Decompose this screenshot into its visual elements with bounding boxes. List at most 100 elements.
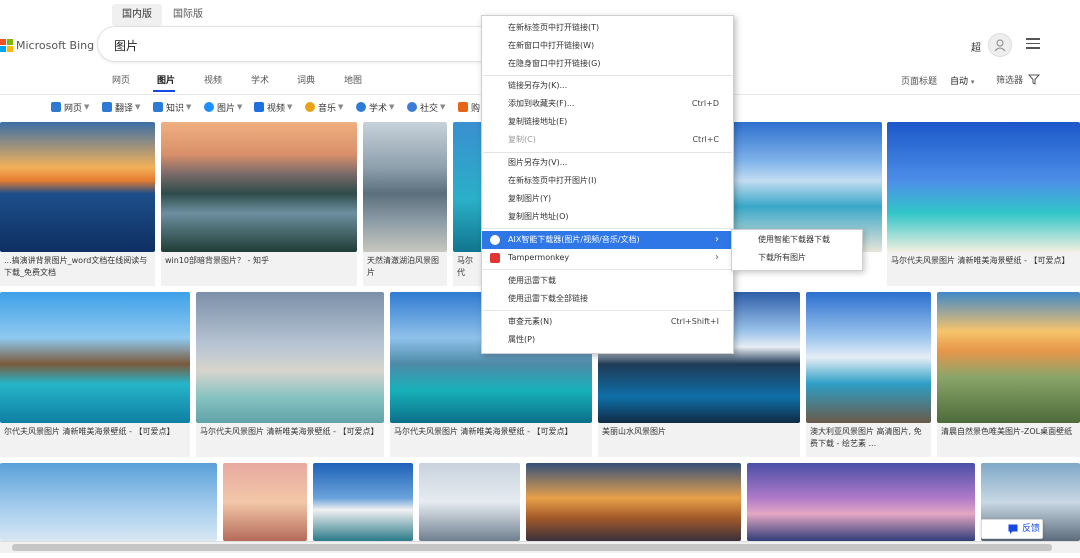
- menu-save-image-as[interactable]: 图片另存为(V)...: [482, 154, 733, 172]
- menu-add-favorites[interactable]: 添加到收藏夹(F)... Ctrl+D: [482, 95, 733, 113]
- context-menu: 在新标签页中打开链接(T) 在新窗口中打开链接(W) 在隐身窗口中打开链接(G)…: [481, 15, 734, 354]
- tab-web[interactable]: 网页: [112, 73, 130, 86]
- user-icon: [994, 39, 1006, 52]
- search-input[interactable]: 图片: [114, 37, 138, 54]
- image-palm-huts[interactable]: [887, 122, 1080, 252]
- image-caption[interactable]: 马尔代夫风景图片 清新唯美海景壁纸 - 【可爱点】: [390, 423, 592, 457]
- menu-open-image-new-tab[interactable]: 在新标签页中打开图片(I): [482, 172, 733, 190]
- chip-translate[interactable]: 翻译 ▼: [102, 100, 140, 114]
- menu-thunder-download[interactable]: 使用迅雷下载: [482, 272, 733, 290]
- filter-button[interactable]: 筛选器: [996, 73, 1041, 86]
- menu-save-link-as[interactable]: 链接另存为(K)...: [482, 77, 733, 95]
- image-mountain-rocks[interactable]: [363, 122, 447, 252]
- menu-item-label: 属性(P): [508, 335, 536, 344]
- avatar[interactable]: [988, 33, 1012, 57]
- image-purple-sky[interactable]: [747, 463, 975, 541]
- menu-aix-downloader[interactable]: AIX智能下载器(图片/视频/音乐/文档) ›: [482, 231, 733, 249]
- region-tab-international[interactable]: 国际版: [163, 4, 213, 26]
- chip-web[interactable]: 网页 ▼: [51, 100, 89, 114]
- image-snow-mountain[interactable]: [313, 463, 413, 541]
- menu-item-label: 审查元素(N): [508, 317, 553, 326]
- auto-label: 自动: [950, 77, 969, 87]
- bing-logo[interactable]: Microsoft Bing: [0, 36, 94, 54]
- image-sky[interactable]: [0, 463, 217, 541]
- menu-item-label: 复制图片地址(O): [508, 212, 569, 221]
- menu-separator: [483, 310, 732, 311]
- tab-images[interactable]: 图片: [157, 73, 175, 86]
- menu-item-label: AIX智能下载器(图片/视频/音乐/文档): [508, 235, 640, 244]
- menu-icon[interactable]: [1026, 38, 1040, 49]
- image-caption[interactable]: 马尔代: [453, 252, 483, 286]
- menu-item-label: Tampermonkey: [508, 253, 570, 262]
- tab-maps[interactable]: 地图: [344, 73, 362, 86]
- image-caption[interactable]: 天然清澈湖泊风景图片: [363, 252, 447, 286]
- chip-shopping[interactable]: 购: [458, 100, 480, 114]
- image-golden-clouds[interactable]: [526, 463, 741, 541]
- tab-academic[interactable]: 学术: [251, 73, 269, 86]
- chevron-right-icon: ›: [715, 234, 719, 245]
- menu-copy-image-address[interactable]: 复制图片地址(O): [482, 208, 733, 226]
- chip-academic[interactable]: 学术 ▼: [356, 100, 394, 114]
- user-name[interactable]: 超: [971, 39, 981, 54]
- image-caption[interactable]: win10部暗背景图片？ - 知乎: [161, 252, 357, 286]
- search-box[interactable]: 图片: [98, 27, 498, 61]
- menu-separator: [483, 269, 732, 270]
- tab-video[interactable]: 视频: [204, 73, 222, 86]
- menu-properties[interactable]: 属性(P): [482, 331, 733, 349]
- menu-item-label: 在新标签页中打开链接(T): [508, 23, 600, 32]
- chevron-down-icon: ▼: [186, 103, 192, 111]
- chevron-down-icon: ▼: [237, 103, 243, 111]
- image-australia-coast[interactable]: [806, 292, 931, 423]
- scroll-thumb[interactable]: [12, 544, 1052, 551]
- feedback-label: 反馈: [1022, 524, 1041, 534]
- menu-thunder-download-all[interactable]: 使用迅雷下载全部链接: [482, 290, 733, 308]
- chip-knowledge[interactable]: 知识 ▼: [153, 100, 191, 114]
- image-snowy-peak[interactable]: [419, 463, 520, 541]
- menu-open-new-tab[interactable]: 在新标签页中打开链接(T): [482, 19, 733, 37]
- music-icon: [305, 102, 315, 112]
- menu-tampermonkey[interactable]: Tampermonkey ›: [482, 249, 733, 267]
- submenu-smart-download[interactable]: 使用智能下载器下载: [732, 231, 862, 249]
- image-caption[interactable]: 清晨自然景色唯美图片-ZOL桌面壁纸: [937, 423, 1080, 457]
- menu-shortcut: Ctrl+Shift+I: [670, 317, 719, 326]
- image-caption[interactable]: 澳大利亚风景图片 高清图片, 免费下载 - 绘艺素 ...: [806, 423, 931, 457]
- tab-dictionary[interactable]: 词典: [297, 73, 315, 86]
- region-tab-china[interactable]: 国内版: [112, 4, 162, 26]
- image-caption[interactable]: 尔代夫风景图片 清新唯美海景壁纸 - 【可爱点】: [0, 423, 190, 457]
- image-pink-sunset[interactable]: [223, 463, 307, 541]
- image-mountain-lake[interactable]: [161, 122, 357, 252]
- menu-open-incognito[interactable]: 在隐身窗口中打开链接(G): [482, 55, 733, 73]
- image-caption[interactable]: 美丽山水风景图片: [598, 423, 800, 457]
- chip-images[interactable]: 图片 ▼: [204, 100, 242, 114]
- image-caption[interactable]: 马尔代夫风景图片 清新唯美海景壁纸 - 【可爱点】: [196, 423, 384, 457]
- chip-social[interactable]: 社交 ▼: [407, 100, 445, 114]
- filter-label: 筛选器: [996, 76, 1024, 86]
- chip-music[interactable]: 音乐 ▼: [305, 100, 343, 114]
- logo-text: Microsoft Bing: [16, 38, 95, 52]
- microsoft-logo-icon: [0, 39, 13, 52]
- image-morning-nature[interactable]: [937, 292, 1080, 423]
- chip-label: 学术: [369, 103, 388, 114]
- horizontal-scrollbar[interactable]: [0, 541, 1080, 553]
- image-caption[interactable]: 马尔代夫风景图片 清新唯美海景壁纸 - 【可爱点】: [887, 252, 1080, 286]
- image-sunset-sea[interactable]: [0, 122, 155, 252]
- menu-open-new-window[interactable]: 在新窗口中打开链接(W): [482, 37, 733, 55]
- submenu-download-all-images[interactable]: 下载所有图片: [732, 249, 862, 267]
- image-water-villa[interactable]: [0, 292, 190, 423]
- chip-video[interactable]: 视频 ▼: [254, 100, 292, 114]
- chip-label: 视频: [267, 103, 286, 114]
- auto-dropdown[interactable]: 自动 ▾: [950, 74, 974, 87]
- feedback-button[interactable]: 反馈: [981, 519, 1043, 539]
- submenu-label: 使用智能下载器下载: [758, 235, 830, 244]
- image-maldives-partial[interactable]: [453, 122, 483, 252]
- menu-item-label: 在新窗口中打开链接(W): [508, 41, 595, 50]
- menu-item-label: 图片另存为(V)...: [508, 158, 568, 167]
- menu-item-label: 链接另存为(K)...: [508, 81, 568, 90]
- menu-copy-link[interactable]: 复制链接地址(E): [482, 113, 733, 131]
- menu-inspect-element[interactable]: 审查元素(N) Ctrl+Shift+I: [482, 313, 733, 331]
- menu-copy[interactable]: 复制(C) Ctrl+C: [482, 131, 733, 149]
- menu-item-label: 复制链接地址(E): [508, 117, 568, 126]
- image-pier-sea[interactable]: [196, 292, 384, 423]
- menu-copy-image[interactable]: 复制图片(Y): [482, 190, 733, 208]
- image-caption[interactable]: ...搞演讲背景图片_word文档在线阅读与下载_免费文档: [0, 252, 155, 286]
